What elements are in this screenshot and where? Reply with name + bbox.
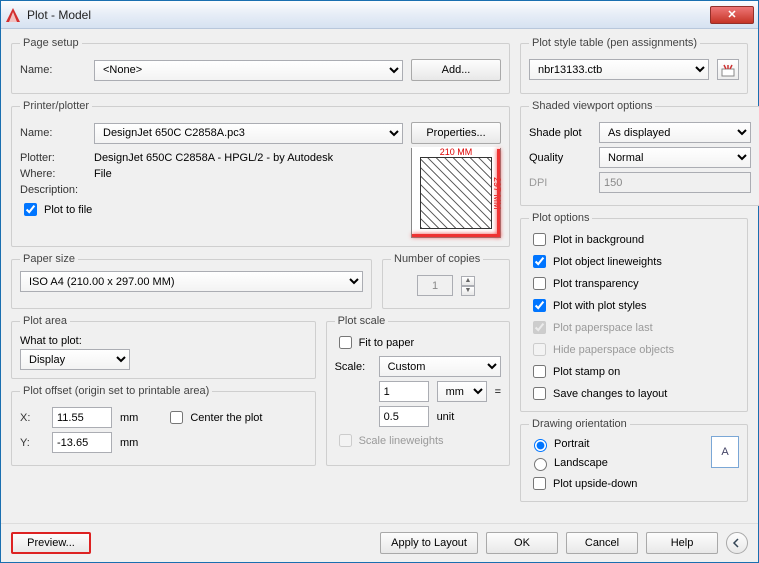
plot-background-checkbox[interactable]: Plot in background bbox=[529, 230, 739, 249]
shaded-viewport-legend: Shaded viewport options bbox=[529, 100, 655, 112]
plot-lineweights-checkbox[interactable]: Plot object lineweights bbox=[529, 252, 739, 271]
quality-label: Quality bbox=[529, 152, 591, 164]
copies-legend: Number of copies bbox=[391, 253, 483, 265]
preview-button[interactable]: Preview... bbox=[11, 532, 91, 554]
plot-offset-legend: Plot offset (origin set to printable are… bbox=[20, 385, 212, 397]
plot-options-legend: Plot options bbox=[529, 212, 592, 224]
upside-down-checkbox[interactable]: Plot upside-down bbox=[529, 474, 637, 493]
where-value: File bbox=[94, 168, 112, 180]
printer-name-select[interactable]: DesignJet 650C C2858A.pc3 bbox=[94, 123, 403, 144]
what-to-plot-label: What to plot: bbox=[20, 335, 307, 347]
plot-style-select[interactable]: nbr13133.ctb bbox=[529, 59, 709, 80]
offset-y-label: Y: bbox=[20, 437, 44, 449]
page-setup-name-select[interactable]: <None> bbox=[94, 60, 403, 81]
ok-button[interactable]: OK bbox=[486, 532, 558, 554]
shade-plot-label: Shade plot bbox=[529, 127, 591, 139]
orientation-legend: Drawing orientation bbox=[529, 418, 630, 430]
paper-size-select[interactable]: ISO A4 (210.00 x 297.00 MM) bbox=[20, 271, 363, 292]
page-setup-legend: Page setup bbox=[20, 37, 82, 49]
offset-x-unit: mm bbox=[120, 412, 138, 424]
description-label: Description: bbox=[20, 184, 86, 196]
plotter-label: Plotter: bbox=[20, 152, 86, 164]
paper-size-legend: Paper size bbox=[20, 253, 78, 265]
autocad-icon bbox=[5, 7, 21, 23]
plot-scale-group: Plot scale Fit to paper Scale: Custom mm… bbox=[326, 315, 510, 466]
plot-area-group: Plot area What to plot: Display bbox=[11, 315, 316, 379]
portrait-radio[interactable]: Portrait bbox=[529, 436, 637, 452]
plot-scale-legend: Plot scale bbox=[335, 315, 389, 327]
copies-spinner: ▲▼ bbox=[461, 276, 475, 296]
paper-hatch bbox=[420, 157, 492, 229]
copies-input bbox=[417, 275, 453, 296]
scale-unit-label: unit bbox=[437, 411, 455, 423]
printer-properties-button[interactable]: Properties... bbox=[411, 122, 501, 144]
add-page-setup-button[interactable]: Add... bbox=[411, 59, 501, 81]
scale-unit-select[interactable]: mm bbox=[437, 381, 487, 402]
scale-label: Scale: bbox=[335, 361, 371, 373]
collapse-options-button[interactable] bbox=[726, 532, 748, 554]
plot-paperspace-last-checkbox: Plot paperspace last bbox=[529, 318, 739, 337]
scale-lineweights-checkbox: Scale lineweights bbox=[335, 431, 444, 450]
landscape-radio[interactable]: Landscape bbox=[529, 455, 637, 471]
help-button[interactable]: Help bbox=[646, 532, 718, 554]
drawing-orientation-group: Drawing orientation Portrait Landscape P… bbox=[520, 418, 748, 502]
close-icon: ✕ bbox=[727, 8, 736, 21]
scale-numerator-input[interactable] bbox=[379, 381, 429, 402]
offset-y-unit: mm bbox=[120, 437, 138, 449]
printer-plotter-group: Printer/plotter Name: DesignJet 650C C28… bbox=[11, 100, 510, 247]
printer-plotter-legend: Printer/plotter bbox=[20, 100, 92, 112]
edit-plot-style-button[interactable] bbox=[717, 59, 739, 80]
printer-name-label: Name: bbox=[20, 127, 86, 139]
where-label: Where: bbox=[20, 168, 86, 180]
offset-x-label: X: bbox=[20, 412, 44, 424]
center-plot-checkbox[interactable]: Center the plot bbox=[166, 408, 262, 427]
titlebar: Plot - Model ✕ bbox=[1, 1, 758, 29]
dpi-input bbox=[599, 172, 751, 193]
plot-offset-group: Plot offset (origin set to printable are… bbox=[11, 385, 316, 466]
cancel-button[interactable]: Cancel bbox=[566, 532, 638, 554]
quality-select[interactable]: Normal bbox=[599, 147, 751, 168]
apply-to-layout-button[interactable]: Apply to Layout bbox=[380, 532, 478, 554]
paper-size-group: Paper size ISO A4 (210.00 x 297.00 MM) bbox=[11, 253, 372, 309]
plot-with-styles-checkbox[interactable]: Plot with plot styles bbox=[529, 296, 739, 315]
shaded-viewport-group: Shaded viewport options Shade plot As dis… bbox=[520, 100, 759, 206]
offset-x-input[interactable] bbox=[52, 407, 112, 428]
paper-preview: 210 MM 297 MM bbox=[411, 148, 501, 238]
plot-options-group: Plot options Plot in background Plot obj… bbox=[520, 212, 748, 412]
number-of-copies-group: Number of copies ▲▼ bbox=[382, 253, 510, 309]
page-setup-name-label: Name: bbox=[20, 64, 86, 76]
hide-paperspace-checkbox: Hide paperspace objects bbox=[529, 340, 739, 359]
plot-transparency-checkbox[interactable]: Plot transparency bbox=[529, 274, 739, 293]
dpi-label: DPI bbox=[529, 177, 591, 189]
shade-plot-select[interactable]: As displayed bbox=[599, 122, 751, 143]
plotter-value: DesignJet 650C C2858A - HPGL/2 - by Auto… bbox=[94, 152, 333, 164]
plot-style-table-legend: Plot style table (pen assignments) bbox=[529, 37, 700, 49]
fit-to-paper-checkbox[interactable]: Fit to paper bbox=[335, 333, 415, 352]
orientation-icon: A bbox=[711, 436, 739, 468]
plot-style-table-group: Plot style table (pen assignments) nbr13… bbox=[520, 37, 748, 94]
scale-equals: = bbox=[495, 386, 501, 398]
paper-width-label: 210 MM bbox=[412, 147, 500, 157]
what-to-plot-select[interactable]: Display bbox=[20, 349, 130, 370]
window-title: Plot - Model bbox=[27, 8, 710, 22]
offset-y-input[interactable] bbox=[52, 432, 112, 453]
plot-stamp-checkbox[interactable]: Plot stamp on bbox=[529, 362, 739, 381]
dialog-footer: Preview... Apply to Layout OK Cancel Hel… bbox=[1, 523, 758, 562]
plot-dialog: Plot - Model ✕ Page setup Name: <None> A… bbox=[0, 0, 759, 563]
pen-table-icon bbox=[721, 63, 735, 77]
plot-to-file-checkbox[interactable]: Plot to file bbox=[20, 200, 92, 219]
chevron-left-icon bbox=[732, 538, 742, 548]
close-button[interactable]: ✕ bbox=[710, 6, 754, 24]
plot-area-legend: Plot area bbox=[20, 315, 70, 327]
page-setup-group: Page setup Name: <None> Add... bbox=[11, 37, 510, 94]
scale-denominator-input[interactable] bbox=[379, 406, 429, 427]
scale-select[interactable]: Custom bbox=[379, 356, 501, 377]
save-changes-checkbox[interactable]: Save changes to layout bbox=[529, 384, 739, 403]
